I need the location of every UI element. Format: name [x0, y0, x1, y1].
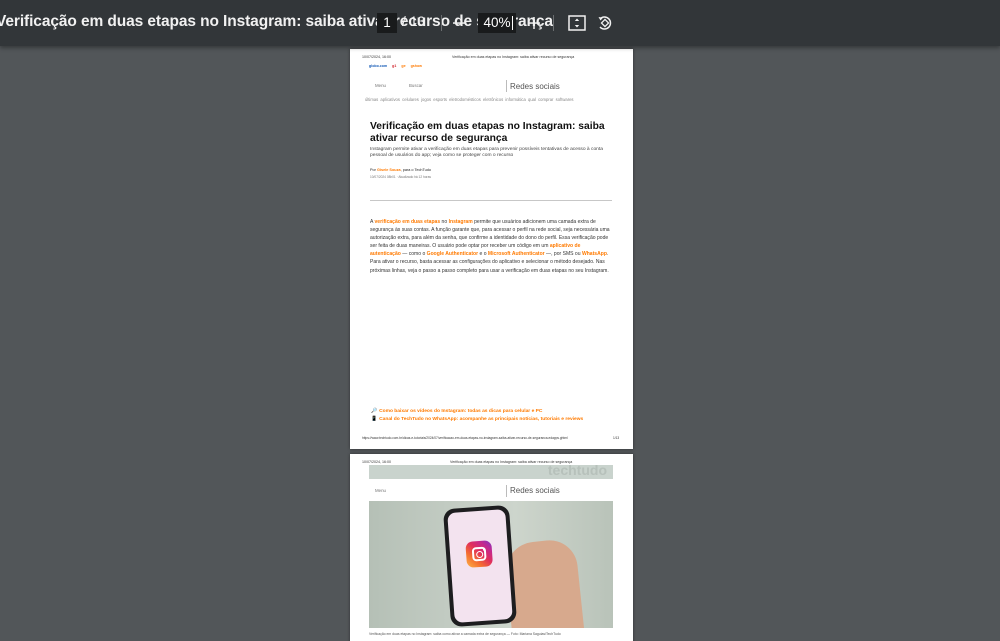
- zoom-input[interactable]: 40%: [478, 13, 516, 33]
- magnifier-icon: 🔎: [371, 409, 378, 414]
- pdf-page-2: 10/07/2024, 16:00 Verificação em duas et…: [350, 454, 633, 641]
- publish-timestamp: 10/07/2024 08h01 · Atualizado há 12 hora…: [370, 175, 431, 179]
- article-title: Verificação em duas etapas no Instagram:…: [370, 121, 605, 144]
- author-link[interactable]: Gisele Souza: [377, 168, 401, 172]
- link-whatsapp[interactable]: WhatsApp: [582, 251, 607, 257]
- page-separator: /: [402, 14, 406, 29]
- article-body: A verificação em duas etapas no Instagra…: [370, 219, 610, 274]
- link-instagram[interactable]: Instagram: [449, 219, 473, 225]
- print-header-date: 10/07/2024, 16:00: [362, 460, 391, 464]
- divider-line: [370, 200, 612, 201]
- section-brand: Redes sociais: [510, 486, 560, 495]
- menu-link[interactable]: Menu: [375, 488, 386, 493]
- toolbar-divider: [441, 15, 442, 31]
- print-header-date: 10/07/2024, 16:00: [362, 55, 391, 59]
- page-number-input[interactable]: 1: [377, 13, 397, 33]
- brand-divider: [506, 80, 507, 92]
- phone-icon: 📱: [371, 417, 378, 422]
- rotate-icon: [598, 16, 612, 30]
- zoom-out-button[interactable]: [446, 10, 472, 36]
- fit-page-icon: [568, 15, 586, 31]
- print-footer-page: 1/13: [613, 436, 620, 440]
- article-photo: [369, 501, 613, 628]
- toolbar-divider: [553, 15, 554, 31]
- related-link[interactable]: 🔎 Como baixar os vídeos do Instagram: tod…: [371, 408, 542, 414]
- brand-divider: [506, 485, 507, 497]
- gshow-logo: gshow: [410, 64, 422, 68]
- page-count: 13: [410, 14, 426, 29]
- globo-logo-row: globo.com g1 ge gshow: [369, 64, 422, 68]
- globo-logo: globo.com: [369, 64, 388, 68]
- link-google-authenticator[interactable]: Google Authenticator: [427, 251, 478, 257]
- photo-caption: Verificação em duas etapas no Instagram:…: [369, 632, 561, 636]
- print-footer-url: https://www.techtudo.com.br/dicas-e-tuto…: [362, 436, 568, 440]
- plus-icon: [528, 17, 540, 29]
- link-verificacao[interactable]: verificação em duas etapas: [375, 219, 441, 225]
- techtudo-watermark: techtudo: [547, 462, 607, 478]
- related-link[interactable]: 📱 Canal do TechTudo no WhatsApp: acompanh…: [371, 416, 583, 422]
- smartphone: [442, 504, 518, 628]
- minus-icon: [453, 22, 465, 24]
- instagram-logo-icon: [465, 540, 494, 568]
- banner-strip: techtudo: [369, 462, 613, 479]
- print-header-title: Verificação em duas etapas no Instagram:…: [452, 55, 575, 59]
- fit-to-page-button[interactable]: [564, 10, 590, 36]
- byline: Por Gisele Souza, para o TechTudo: [370, 168, 432, 172]
- link-microsoft-authenticator[interactable]: Microsoft Authenticator: [488, 251, 545, 257]
- ge-logo: ge: [401, 64, 406, 68]
- g1-logo: g1: [392, 64, 397, 68]
- article-subtitle: Instagram permite ativar a verificação e…: [370, 147, 603, 159]
- search-link[interactable]: Buscar: [409, 83, 423, 88]
- category-nav[interactable]: últimas aplicativos celulares jogos espo…: [365, 97, 574, 102]
- zoom-in-button[interactable]: [521, 10, 547, 36]
- pdf-page-1: 10/07/2024, 16:00 Verificação em duas et…: [350, 49, 633, 449]
- menu-link[interactable]: Menu: [375, 83, 386, 88]
- rotate-button[interactable]: [592, 10, 618, 36]
- pdf-toolbar: Verificação em duas etapas no Instagram:…: [0, 0, 1000, 46]
- phone-screen: [447, 509, 513, 623]
- section-brand: Redes sociais: [510, 82, 560, 91]
